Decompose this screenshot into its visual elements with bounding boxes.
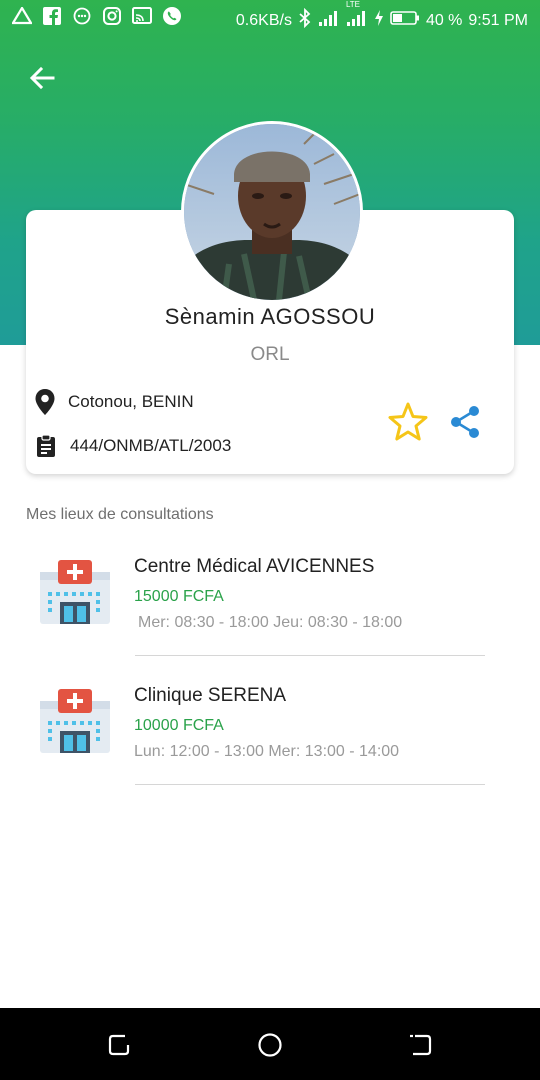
place-hours: Lun: 12:00 - 13:00 Mer: 13:00 - 14:00: [134, 743, 400, 760]
location-text: Cotonou, BENIN: [68, 392, 194, 411]
battery-percent: 40 %: [425, 11, 463, 29]
consultation-places-title: Mes lieux de consultations: [26, 506, 214, 523]
map-pin-icon: [34, 388, 56, 416]
favorite-button[interactable]: [386, 400, 430, 444]
bluetooth-icon: [298, 7, 312, 33]
location-row: Cotonou, BENIN: [34, 388, 194, 416]
hospital-icon: [38, 683, 112, 753]
clock: 9:51 PM: [468, 11, 528, 29]
back-button[interactable]: [22, 58, 62, 98]
doctor-avatar: [181, 121, 363, 303]
status-bar-notifications: [12, 6, 182, 26]
facebook-icon: [42, 6, 62, 26]
system-navigation-bar: [0, 1008, 540, 1080]
back-nav-icon: [410, 1034, 432, 1056]
registration-number: 444/ONMB/ATL/2003: [70, 436, 232, 455]
place-name: Centre Médical AVICENNES: [134, 556, 375, 577]
recent-apps-button[interactable]: [103, 1028, 137, 1062]
doctor-specialty: ORL: [250, 344, 290, 365]
instagram-icon: [102, 6, 122, 26]
status-bar-system: 0.6KB/s LTE 40 % 9:51 PM: [235, 0, 528, 33]
back-nav-button[interactable]: [403, 1028, 437, 1062]
signal-icon: [318, 9, 340, 32]
lte-label: LTE: [345, 0, 361, 9]
doctor-name: Sènamin AGOSSOU: [164, 304, 376, 329]
share-icon: [451, 406, 479, 438]
share-button[interactable]: [446, 402, 486, 442]
recent-apps-icon: [108, 1034, 130, 1056]
cast-icon: [132, 6, 152, 26]
drive-icon: [12, 6, 32, 26]
arrow-left-icon: [29, 66, 55, 90]
home-circle-icon: [258, 1033, 282, 1057]
whatsapp-icon: [162, 6, 182, 26]
place-hours: Mer: 08:30 - 18:00 Jeu: 08:30 - 18:00: [138, 614, 403, 631]
status-bar: 0.6KB/s LTE 40 % 9:51 PM: [0, 0, 540, 36]
place-price: 15000 FCFA: [134, 588, 224, 605]
hospital-icon: [38, 554, 112, 624]
star-outline-icon: [388, 402, 428, 441]
divider: [135, 784, 485, 785]
divider: [135, 655, 485, 656]
home-button[interactable]: [253, 1028, 287, 1062]
place-price: 10000 FCFA: [134, 717, 224, 734]
messenger-icon: [72, 6, 92, 26]
charging-bolt-icon: [374, 9, 384, 32]
place-name: Clinique SERENA: [134, 685, 287, 706]
lte-signal-icon: LTE: [346, 0, 368, 32]
battery-icon: [390, 10, 420, 31]
network-speed: 0.6KB/s: [235, 11, 292, 29]
clipboard-icon: [36, 434, 56, 458]
registration-row: 444/ONMB/ATL/2003: [36, 434, 231, 458]
